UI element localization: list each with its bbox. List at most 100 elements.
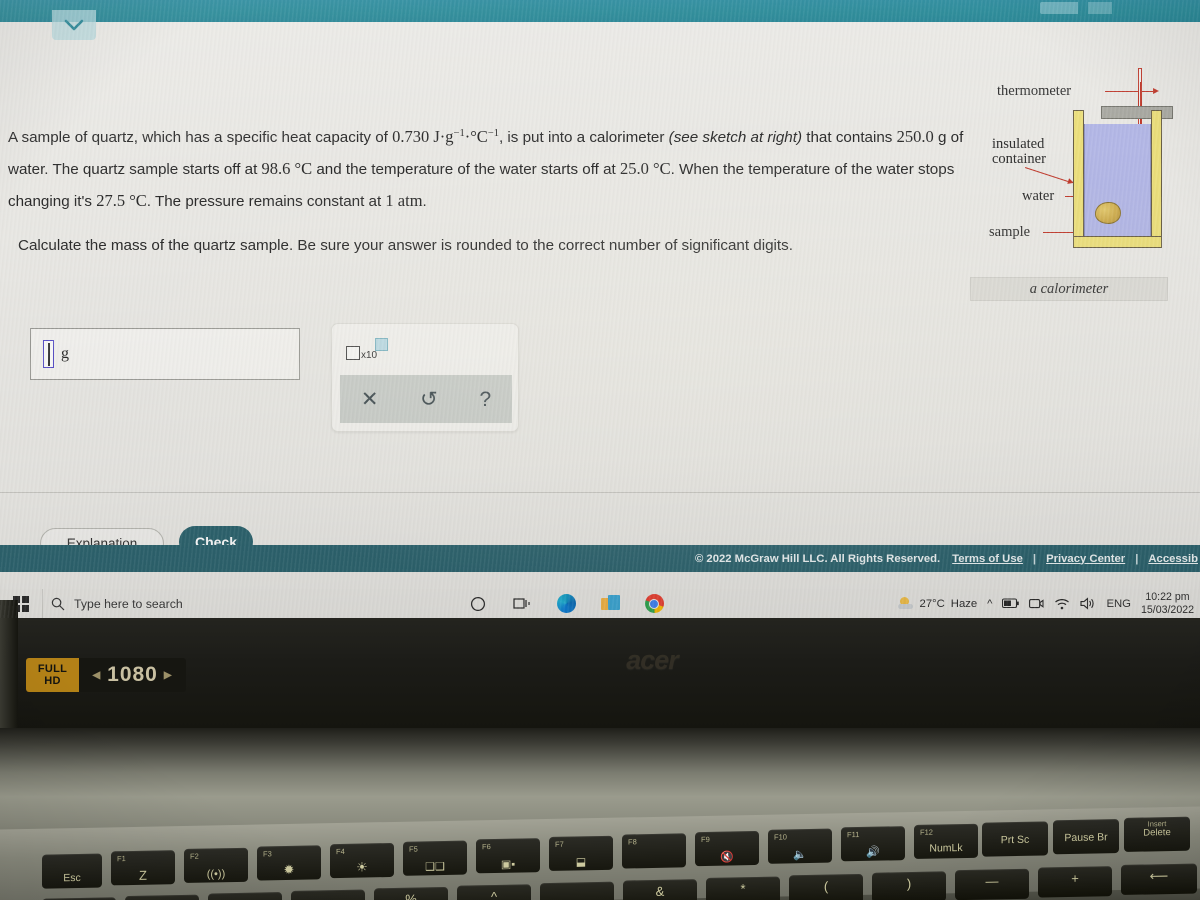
key-numlk-label: NumLk	[929, 842, 963, 855]
key-minus-label: —	[985, 873, 999, 889]
key-paren-close[interactable]: )	[872, 871, 946, 900]
key-f7-fn: F7	[555, 839, 564, 849]
toolbox-actions: ✕ ↺ ?	[340, 375, 512, 423]
weather-widget[interactable]: 27°C Haze	[897, 597, 977, 610]
key-percent-label: %	[405, 891, 417, 900]
taskbar-search[interactable]: Type here to search	[42, 589, 342, 618]
chrome-browser-icon[interactable]	[643, 593, 665, 615]
battery-icon[interactable]	[1002, 598, 1020, 609]
key-prtsc-label: Prt Sc	[1000, 833, 1030, 847]
key-plus[interactable]: +	[1038, 866, 1112, 898]
key-asterisk[interactable]: *	[706, 876, 780, 900]
key-f12-numlk[interactable]: F12 NumLk	[914, 823, 978, 859]
calorimeter-drawing	[1065, 68, 1177, 263]
answer-value-placeholder[interactable]	[43, 340, 54, 368]
clear-button[interactable]: ✕	[361, 389, 379, 410]
key-paren-open[interactable]: (	[789, 873, 863, 900]
haze-weather-icon	[897, 597, 914, 610]
key-paren-close-label: )	[906, 876, 912, 892]
collapse-panel-button[interactable]	[52, 10, 96, 40]
header-decoration	[1040, 2, 1170, 14]
key-f9[interactable]: F9 🔇	[695, 830, 759, 867]
key-f4[interactable]: F4 ☀	[330, 842, 394, 879]
chevron-down-icon	[64, 19, 84, 31]
answer-input[interactable]: g	[30, 328, 300, 380]
file-explorer-icon[interactable]	[599, 593, 621, 615]
screenshot-root: A sample of quartz, which has a specific…	[0, 0, 1200, 900]
cortana-circle-icon[interactable]	[467, 593, 489, 615]
key-caret[interactable]: ^	[457, 884, 531, 900]
task-view-icon[interactable]	[511, 593, 533, 615]
language-indicator[interactable]: ENG	[1106, 598, 1130, 610]
key-f10-glyph: 🔈	[793, 849, 807, 862]
figure-label-thermometer: thermometer	[997, 83, 1072, 99]
key-minus[interactable]: —	[955, 868, 1029, 900]
leader-insulated	[1024, 167, 1069, 183]
key-print-screen[interactable]: Prt Sc	[982, 821, 1048, 857]
sample-initial-temp: 98.6 °C	[261, 159, 313, 179]
edge-browser-icon[interactable]	[555, 593, 577, 615]
hd-badge-line2: HD	[44, 675, 61, 687]
key-f10[interactable]: F10 🔈	[768, 828, 832, 864]
key-insert-delete[interactable]: Insert Delete	[1124, 816, 1190, 852]
key-f3[interactable]: F3 ✹	[257, 845, 321, 881]
key-f2[interactable]: F2 ((•))	[184, 847, 248, 883]
wifi-icon[interactable]	[1054, 598, 1070, 610]
key-f5[interactable]: F5 ❑❑	[403, 840, 467, 876]
volume-icon[interactable]	[1080, 597, 1096, 610]
key-f11-fn: F11	[847, 830, 860, 840]
key-f6[interactable]: F6 ▣▪	[476, 838, 540, 874]
terms-of-use-link[interactable]: Terms of Use	[952, 553, 1023, 565]
container-word: container	[992, 151, 1046, 167]
problem-text-d: contains	[835, 129, 897, 147]
problem-text-g: . When	[670, 161, 719, 179]
figure-caption: a calorimeter	[970, 277, 1168, 301]
figure-label-insulated: insulated container	[992, 137, 1046, 167]
problem-text-f: and the temperature of the water starts …	[312, 161, 620, 179]
problem-text-j: .	[422, 193, 427, 211]
help-button[interactable]: ?	[479, 389, 491, 410]
clock-date: 15/03/2022	[1140, 603, 1194, 616]
accessibility-link[interactable]: Accessib	[1148, 553, 1198, 565]
specific-heat-exponent-2: −1	[487, 128, 499, 139]
key-row2-d[interactable]	[291, 889, 365, 900]
key-ampersand[interactable]: &	[623, 879, 697, 900]
problem-paragraph-1: A sample of quartz, which has a specific…	[8, 118, 988, 217]
hd-arrow-right-icon: ▶	[163, 669, 173, 681]
key-insert-delete-labels: Insert Delete	[1124, 819, 1190, 838]
water-initial-temp: 25.0 °C	[620, 159, 671, 179]
hd-resolution-value: 1080	[107, 663, 158, 686]
camera-icon[interactable]	[1029, 597, 1045, 610]
mantissa-box-icon	[346, 346, 360, 360]
key-f11[interactable]: F11 🔊	[841, 826, 905, 862]
pressure-value: 1 atm	[385, 191, 423, 211]
key-backspace-label: ⟵	[1149, 868, 1169, 884]
clock-widget[interactable]: 10:22 pm 15/03/2022	[1141, 591, 1194, 616]
key-f6-fn: F6	[482, 842, 491, 852]
key-f7[interactable]: F7 ⬓	[549, 835, 613, 871]
tray-expand-chevron[interactable]: ^	[987, 598, 992, 610]
key-row2-b[interactable]	[125, 894, 199, 900]
problem-text-i: . The pressure remains constant at	[146, 193, 386, 211]
key-pause-label: Pause Br	[1064, 831, 1108, 845]
key-f3-glyph: ✹	[283, 861, 295, 878]
key-backspace[interactable]: ⟵	[1121, 863, 1197, 895]
key-pause-break[interactable]: Pause Br	[1053, 819, 1119, 855]
page-footer: © 2022 McGraw Hill LLC. All Rights Reser…	[0, 545, 1200, 572]
hd-badge-line1: FULL	[37, 663, 68, 675]
windows-taskbar: Type here to search 27°C Haze ^ ENG 10:2…	[0, 589, 1200, 618]
problem-text-b: , is put into a calorimeter	[498, 129, 669, 147]
key-row2-c[interactable]	[208, 892, 282, 900]
specific-heat-unit-2: ·°C	[464, 127, 488, 147]
problem-question: Calculate the mass of the quartz sample.…	[18, 237, 793, 255]
key-esc[interactable]: Esc	[42, 853, 102, 889]
key-percent[interactable]: %	[374, 886, 448, 900]
key-f1[interactable]: F1 Z	[111, 850, 175, 886]
scientific-notation-button[interactable]: x10	[346, 338, 389, 361]
undo-button[interactable]: ↺	[420, 389, 438, 410]
hd-resolution: ◀ 1080 ▶	[79, 658, 186, 692]
calorimeter-bottom	[1073, 236, 1162, 248]
key-f8[interactable]: F8	[622, 833, 686, 869]
key-row2-e[interactable]	[540, 881, 614, 900]
privacy-center-link[interactable]: Privacy Center	[1046, 553, 1125, 565]
